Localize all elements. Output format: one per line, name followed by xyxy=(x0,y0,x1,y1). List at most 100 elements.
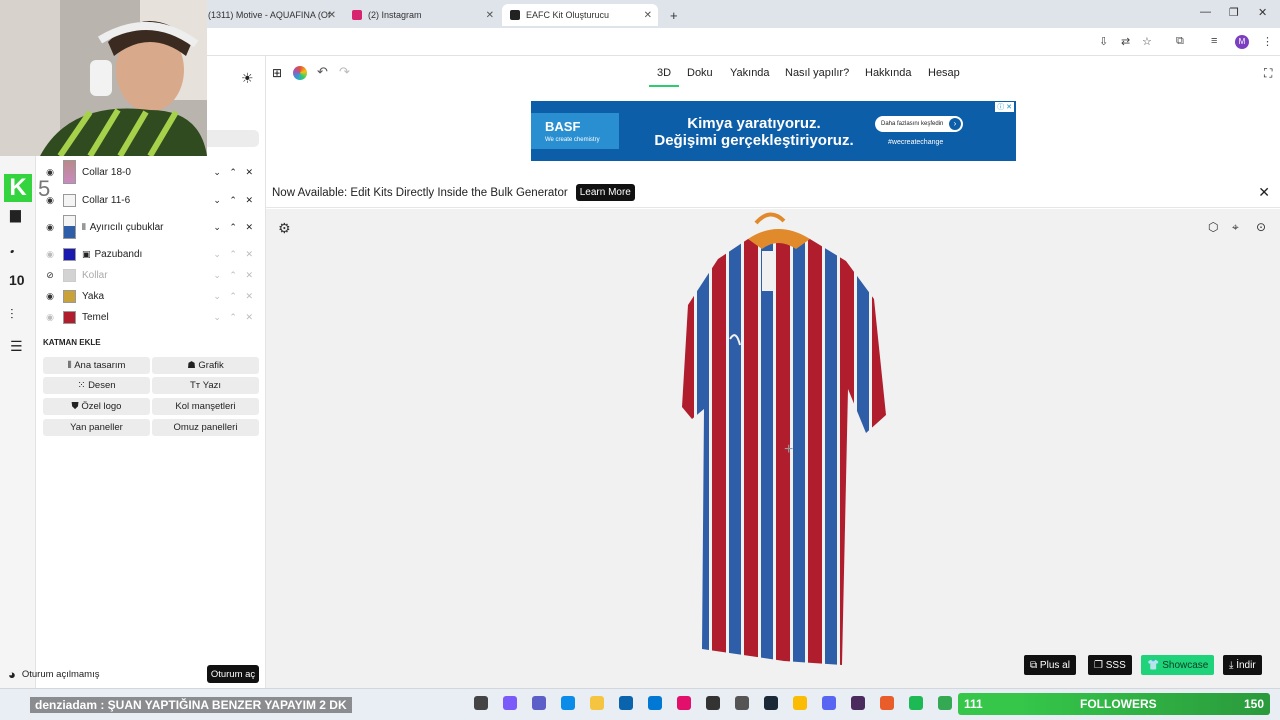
layer-swatch[interactable] xyxy=(63,215,76,239)
steam-icon[interactable] xyxy=(764,696,778,710)
login-button[interactable]: Oturum aç xyxy=(207,665,259,683)
plus-button[interactable]: ⧉ Plus al xyxy=(1024,655,1076,675)
opera-icon[interactable] xyxy=(677,696,691,710)
sliders-icon[interactable]: ⫶ xyxy=(10,306,14,323)
add-custom-logo-button[interactable]: ⛊ Özel logo xyxy=(43,398,150,415)
install-app-icon[interactable]: ⇩ xyxy=(1099,35,1108,48)
browser-menu-icon[interactable]: ⋮ xyxy=(1262,35,1273,48)
redo-icon[interactable]: ↷ xyxy=(339,64,350,80)
undo-icon[interactable]: ↶ xyxy=(317,64,328,80)
profile-avatar[interactable]: M xyxy=(1235,35,1249,49)
task-view-icon[interactable] xyxy=(474,696,488,710)
download-button[interactable]: ⤓ İndir xyxy=(1223,655,1262,675)
add-side-panels-button[interactable]: Yan paneller xyxy=(43,419,150,436)
eye-icon[interactable]: ◉ xyxy=(44,291,56,302)
eye-icon[interactable]: ◉ xyxy=(44,249,56,260)
new-file-icon[interactable]: ⊞ xyxy=(272,66,282,80)
add-text-button[interactable]: Tт Yazı xyxy=(152,377,259,394)
bookmark-star-icon[interactable]: ☆ xyxy=(1142,35,1152,48)
cube-view-icon[interactable]: ⬡ xyxy=(1208,220,1218,234)
layer-row[interactable]: ◉ Temel ⌄ ⌃ ✕ xyxy=(40,307,262,327)
layer-row[interactable]: ◉ ▣ Pazubandı ⌄ ⌃ ✕ xyxy=(40,244,262,264)
layer-controls[interactable]: ⌄ ⌃ ✕ xyxy=(213,222,256,233)
eye-icon[interactable]: ◉ xyxy=(44,222,56,233)
add-shoulder-panels-button[interactable]: Omuz panelleri xyxy=(152,419,259,436)
spotify-icon[interactable] xyxy=(909,696,923,710)
app-icon[interactable] xyxy=(735,696,749,710)
3d-viewport[interactable]: ⚙ ⬡ ⌖ ⊙ + xyxy=(266,209,1280,688)
layer-swatch[interactable] xyxy=(63,268,76,282)
add-graphic-button[interactable]: ☗ Grafik xyxy=(152,357,259,374)
layer-controls[interactable]: ⌄ ⌃ ✕ xyxy=(213,167,256,178)
layer-row[interactable]: ◉ Collar 11-6 ⌄ ⌃ ✕ xyxy=(40,190,262,210)
translate-icon[interactable]: ⇄ xyxy=(1121,35,1130,48)
epic-icon[interactable] xyxy=(706,696,720,710)
copilot-icon[interactable] xyxy=(503,696,517,710)
theme-sun-icon[interactable]: ☀ xyxy=(241,70,254,87)
settings-gear-icon[interactable]: ⚙ xyxy=(278,220,291,237)
basf-ad[interactable]: BASF We create chemistry Kimya yaratıyor… xyxy=(531,101,1016,161)
reading-list-icon[interactable]: ≡ xyxy=(1211,35,1217,47)
teams-icon[interactable] xyxy=(532,696,546,710)
close-icon[interactable]: ✕ xyxy=(328,10,336,21)
layer-row[interactable]: ◉ Yaka ⌄ ⌃ ✕ xyxy=(40,286,262,306)
add-sleeve-cuffs-button[interactable]: Kol manşetleri xyxy=(152,398,259,415)
focus-icon[interactable]: ⌖ xyxy=(1232,220,1239,235)
tab-eafc-kit[interactable]: EAFC Kit Oluşturucu ✕ xyxy=(502,4,658,26)
layer-swatch[interactable] xyxy=(63,289,76,303)
layer-controls[interactable]: ⌄ ⌃ ✕ xyxy=(213,195,256,206)
showcase-button[interactable]: 👕 Showcase xyxy=(1141,655,1215,675)
add-pattern-button[interactable]: ⁙ Desen xyxy=(43,377,150,394)
chrome-icon[interactable] xyxy=(793,696,807,710)
tab-how-to[interactable]: Nasıl yapılır? xyxy=(785,67,849,79)
number-tool[interactable]: 10 xyxy=(9,272,25,288)
layer-row[interactable]: ⊘ Kollar ⌄ ⌃ ✕ xyxy=(40,265,262,285)
outlook-icon[interactable] xyxy=(619,696,633,710)
close-icon[interactable]: ✕ xyxy=(486,10,494,21)
socks-icon[interactable]: 𝅘 xyxy=(10,240,14,257)
close-icon[interactable]: ✕ xyxy=(644,10,652,21)
eye-icon[interactable]: ◉ xyxy=(44,312,56,323)
layer-row[interactable]: ◉ ⫴ Ayırıcılı çubuklar ⌄ ⌃ ✕ xyxy=(40,215,262,239)
tab-texture[interactable]: Doku xyxy=(687,67,713,79)
layer-row[interactable]: ◉ Collar 18-0 ⌄ ⌃ ✕ xyxy=(40,160,262,184)
add-main-design-button[interactable]: ⫴ Ana tasarım xyxy=(43,357,150,374)
tab-coming-soon[interactable]: Yakında xyxy=(730,67,770,79)
restore-icon[interactable]: ❐ xyxy=(1229,6,1239,19)
layer-controls[interactable]: ⌄ ⌃ ✕ xyxy=(213,312,256,323)
faq-button[interactable]: ❐ SSS xyxy=(1088,655,1132,675)
store-icon[interactable] xyxy=(648,696,662,710)
discord-icon[interactable] xyxy=(822,696,836,710)
edge-icon[interactable] xyxy=(561,696,575,710)
layer-swatch[interactable] xyxy=(63,310,76,324)
tab-3d[interactable]: 3D xyxy=(657,67,671,79)
window-close-icon[interactable]: ✕ xyxy=(1258,6,1267,19)
shorts-icon[interactable]: ▆ xyxy=(10,206,21,223)
chrome-icon[interactable] xyxy=(938,696,952,710)
close-icon[interactable]: ✕ xyxy=(1258,184,1270,201)
ad-info-icon[interactable]: ⓘ ✕ xyxy=(995,102,1014,112)
layer-controls[interactable]: ⌄ ⌃ ✕ xyxy=(213,249,256,260)
fullscreen-icon[interactable]: ⛶ xyxy=(1264,66,1272,81)
minimize-icon[interactable]: — xyxy=(1200,6,1211,18)
layer-swatch[interactable] xyxy=(63,160,76,184)
premiere-icon[interactable] xyxy=(851,696,865,710)
new-tab-button[interactable]: + xyxy=(662,4,686,26)
layer-swatch[interactable] xyxy=(63,247,76,261)
learn-more-button[interactable]: Learn More xyxy=(575,184,635,201)
tab-account[interactable]: Hesap xyxy=(928,67,960,79)
camera-icon[interactable]: ⊙ xyxy=(1256,220,1266,234)
extensions-icon[interactable]: ⧉ xyxy=(1176,35,1184,48)
kit-3d-model[interactable] xyxy=(680,209,892,669)
layer-swatch[interactable] xyxy=(63,193,76,207)
tab-motive[interactable]: (1311) Motive - AQUAFINA (Of ✕ xyxy=(200,4,342,26)
tab-about[interactable]: Hakkında xyxy=(865,67,911,79)
color-wheel-icon[interactable] xyxy=(293,66,307,80)
tab-instagram[interactable]: (2) Instagram ✕ xyxy=(344,4,500,26)
menu-icon[interactable]: ☰ xyxy=(10,338,23,355)
app-icon[interactable] xyxy=(880,696,894,710)
layer-controls[interactable]: ⌄ ⌃ ✕ xyxy=(213,270,256,281)
layer-controls[interactable]: ⌄ ⌃ ✕ xyxy=(213,291,256,302)
eye-off-icon[interactable]: ⊘ xyxy=(44,270,56,281)
explorer-icon[interactable] xyxy=(590,696,604,710)
